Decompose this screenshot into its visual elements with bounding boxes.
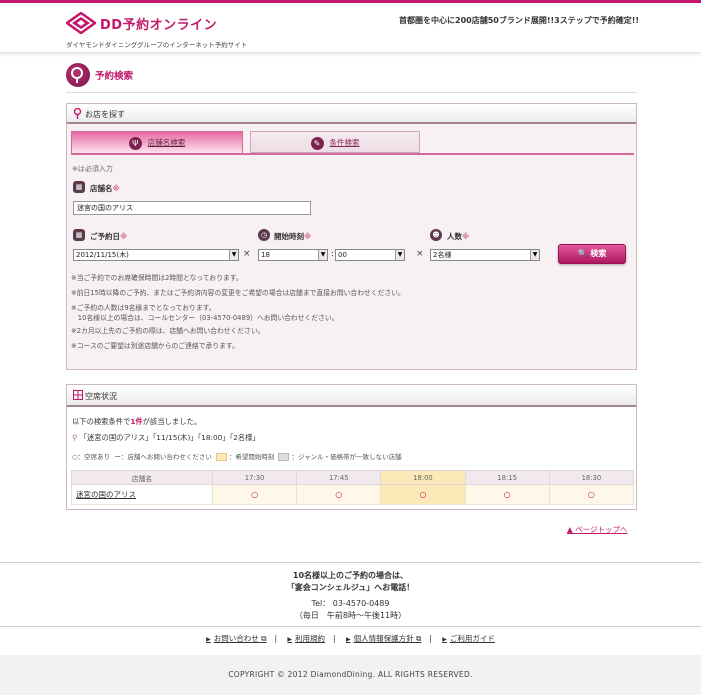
footer-divider: [0, 562, 701, 563]
arrow-right-icon: ▶: [442, 636, 447, 643]
magnifier-icon: ⚲: [72, 433, 78, 442]
x-separator: ×: [416, 249, 424, 259]
required-mark: ※: [112, 184, 120, 193]
footer-tel: Tel： 03-4570-0489: [311, 599, 390, 608]
search-panel-header: お店を探す: [67, 104, 636, 124]
pen-icon: ✎: [310, 136, 324, 150]
seat-grid-icon: [73, 390, 83, 401]
search-panel-title: お店を探す: [85, 110, 125, 119]
note-line: ※コースのご要望は別途店舗からのご連絡で承ります。: [71, 342, 239, 350]
page-title: 予約検索: [95, 71, 134, 82]
note-line: ※ご予約の人数は9名様までとなっております。: [71, 304, 216, 312]
site-title[interactable]: DD予約オンライン: [100, 14, 217, 33]
time-column-header: 17:45: [296, 470, 382, 485]
required-mark: ※: [462, 232, 470, 241]
tab-underline: [71, 153, 634, 155]
x-separator: ×: [243, 249, 251, 259]
search-query-line: ⚲ 「迷宮の国のアリス」「11/15(木)」「18:00」「2名様」: [72, 433, 260, 442]
slot-available[interactable]: ○: [211, 484, 298, 505]
availability-table: 店舗名 17:30 17:45 18:00 18:15 18:30 迷宮の国のア…: [71, 470, 635, 505]
person-icon: ☻: [430, 229, 442, 241]
search-icon: 🔍: [577, 249, 588, 258]
dd-logo-icon[interactable]: [66, 12, 96, 34]
store-name-label: 店舗名※: [90, 184, 120, 193]
header-catchcopy: 首都圏を中心に200店舗50ブランド展開!!3ステップで予約確定!!: [399, 16, 639, 25]
footer-link-privacy[interactable]: ▶ 個人情報保護方針 ⧉: [346, 634, 421, 643]
availability-panel-header: 空席状況: [67, 385, 636, 407]
note-line: ※前日15時以降のご予約、またはご予約済内容の変更をご希望の場合は店舗まで直接お…: [71, 289, 405, 297]
arrow-up-icon: ▲: [567, 525, 576, 534]
slot-available[interactable]: ○: [464, 484, 550, 505]
footer-link-terms[interactable]: ▶ 利用規約: [287, 634, 325, 643]
date-select[interactable]: 2012/11/15(木) ▼: [73, 249, 239, 261]
people-label: 人数※: [447, 232, 470, 241]
time-column-header: 18:15: [464, 470, 550, 485]
legend-mismatch-swatch: [278, 453, 290, 461]
availability-panel: 空席状況 以下の検索条件で1件が該当しました。 ⚲ 「迷宮の国のアリス」「11/…: [66, 384, 637, 510]
date-label: ご予約日※: [90, 232, 128, 241]
site-header: DD予約オンライン ダイヤモンドダイニンググループのインターネット予約サイト 首…: [0, 3, 701, 53]
store-name-input[interactable]: 迷宮の国のアリス: [73, 201, 311, 215]
time-label: 開始時刻※: [274, 232, 312, 241]
copyright: COPYRIGHT © 2012 DiamondDining. ALL RIGH…: [228, 670, 473, 679]
availability-panel-title: 空席状況: [85, 392, 117, 401]
arrow-right-icon: ▶: [345, 636, 351, 643]
calendar-icon: ▦: [73, 229, 85, 241]
legend-requested-swatch: [215, 453, 227, 461]
required-mark: ※: [120, 232, 128, 241]
search-magnifier-icon: [66, 63, 90, 87]
time-colon: :: [331, 249, 334, 258]
tab-label: 条件検索: [329, 138, 360, 147]
chevron-down-icon: ▼: [318, 250, 327, 260]
tab-store-name-search[interactable]: Ψ 店舗名検索: [71, 131, 243, 153]
slot-available[interactable]: ○: [380, 484, 466, 505]
footer-link-contact[interactable]: ▶ お問い合わせ ⧉: [206, 634, 266, 643]
footer-hours: （毎日 午前8時〜午後11時）: [294, 611, 407, 620]
arrow-right-icon: ▶: [206, 636, 211, 643]
slot-available[interactable]: ○: [296, 484, 382, 505]
search-panel: お店を探す Ψ 店舗名検索 ✎ 条件検索 ※は必須入力 ▦ 店舗名※ 迷宮の国のアリ…: [66, 103, 637, 370]
result-count: 1件: [130, 417, 143, 426]
minute-select[interactable]: 00 ▼: [335, 249, 405, 261]
table-header-row: 店舗名 17:30 17:45 18:00 18:15 18:30: [71, 470, 635, 485]
time-column-header: 18:00: [380, 470, 466, 485]
footer-link-guide[interactable]: ▶ ご利用ガイド: [442, 634, 495, 643]
chevron-down-icon: ▼: [229, 250, 238, 260]
clock-icon: ◷: [258, 229, 270, 241]
footer-line2: 「宴会コンシェルジュ」へお電話！: [286, 583, 415, 592]
note-line: ※当ご予約でのお席確保時間は2時間となっております。: [71, 274, 243, 282]
slot-available[interactable]: ○: [548, 484, 635, 505]
tab-label: 店舗名検索: [147, 138, 186, 147]
footer-divider: [0, 626, 701, 627]
search-button[interactable]: 🔍 検索: [558, 244, 626, 264]
store-icon: ▦: [73, 181, 85, 193]
site-subtitle: ダイヤモンドダイニンググループのインターネット予約サイト: [66, 41, 248, 49]
page-title-divider: [66, 92, 637, 93]
table-row: 迷宮の国のアリス ○ ○ ○ ○ ○: [71, 484, 635, 505]
external-window-icon: ⧉: [415, 634, 422, 643]
chevron-down-icon: ▼: [530, 250, 539, 260]
time-column-header: 18:30: [548, 470, 635, 485]
pin-icon: [73, 107, 82, 119]
page-top-link[interactable]: ▲ ページトップへ: [567, 524, 628, 535]
result-count-text: 以下の検索条件で1件が該当しました。: [72, 417, 202, 426]
tab-condition-search[interactable]: ✎ 条件検索: [250, 131, 420, 153]
external-window-icon: ⧉: [261, 634, 267, 643]
store-name-link[interactable]: 迷宮の国のアリス: [71, 484, 213, 505]
chevron-down-icon: ▼: [395, 250, 404, 260]
people-select[interactable]: 2名様 ▼: [430, 249, 540, 261]
time-column-header: 17:30: [211, 470, 298, 485]
store-column-header: 店舗名: [71, 470, 213, 485]
hour-select[interactable]: 18 ▼: [258, 249, 328, 261]
header-shadow: [0, 53, 701, 57]
required-mark: ※: [304, 232, 312, 241]
legend: ○：空席あり ー：店舗へお問い合わせください ：希望開始時刻 ：ジャンル・価格帯…: [72, 453, 402, 461]
required-note: ※は必須入力: [72, 165, 113, 173]
footer-line1: 10名様以上のご予約の場合は、: [292, 571, 409, 580]
note-line: 10名様以上の場合は、コールセンター（03-4570-0489）へお問い合わせく…: [71, 314, 339, 322]
footer-links: ▶ お問い合わせ ⧉ | ▶ 利用規約 | ▶ 個人情報保護方針 ⧉ | ▶ ご利用ガイド: [206, 634, 495, 643]
fork-knife-icon: Ψ: [128, 136, 142, 150]
arrow-right-icon: ▶: [287, 636, 293, 643]
note-line: ※2カ月以上先のご予約の際は、店舗へお問い合わせください。: [71, 327, 265, 335]
